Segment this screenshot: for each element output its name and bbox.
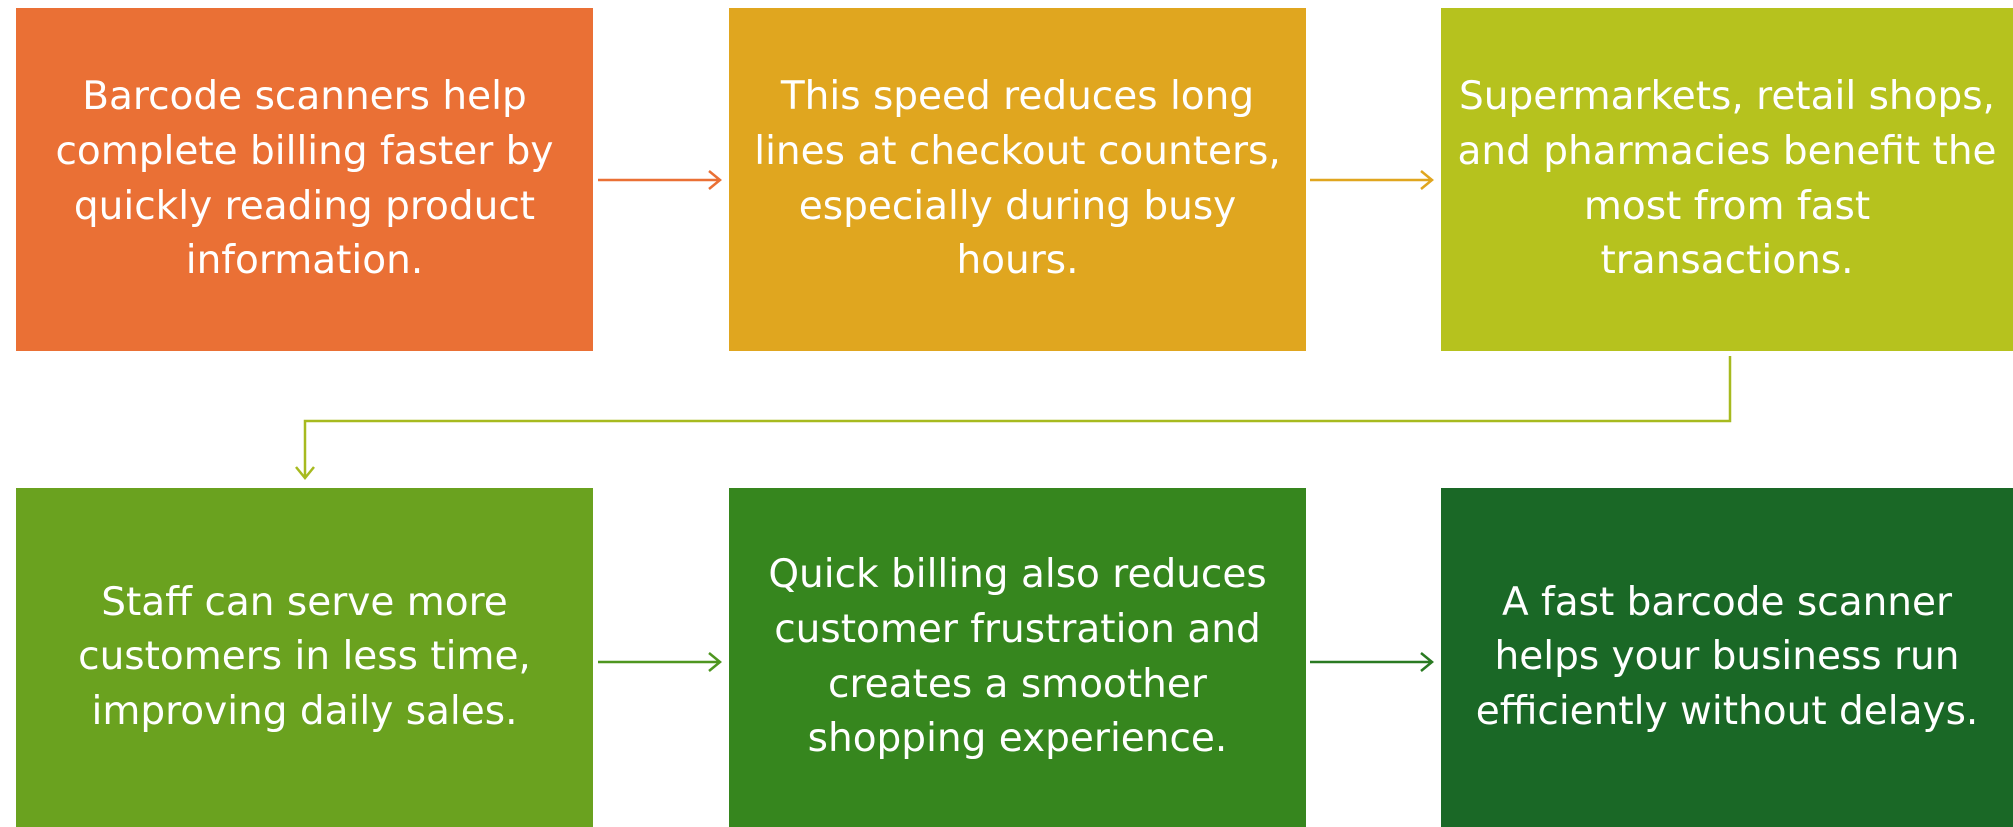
connector-arrow-2-3 — [1310, 170, 1434, 190]
step-box-1: Barcode scanners help complete billing f… — [16, 8, 593, 351]
connector-arrow-3-4 — [295, 356, 1732, 480]
step-text-3: Supermarkets, retail shops, and pharmaci… — [1457, 74, 1997, 284]
step-box-3: Supermarkets, retail shops, and pharmaci… — [1441, 8, 2013, 351]
step-text-5: Quick billing also reduces customer frus… — [768, 552, 1267, 762]
process-flow-diagram: Barcode scanners help complete billing f… — [0, 0, 2013, 827]
step-text-4: Staff can serve more customers in less t… — [78, 579, 531, 734]
step-box-4: Staff can serve more customers in less t… — [16, 488, 593, 827]
step-text-1: Barcode scanners help complete billing f… — [55, 74, 554, 284]
step-box-5: Quick billing also reduces customer frus… — [729, 488, 1306, 827]
step-text-6: A fast barcode scanner helps your busine… — [1475, 579, 1979, 734]
step-text-2: This speed reduces long lines at checkou… — [754, 74, 1281, 284]
connector-arrow-5-6 — [1310, 652, 1434, 672]
step-box-6: A fast barcode scanner helps your busine… — [1441, 488, 2013, 827]
connector-arrow-4-5 — [598, 652, 722, 672]
step-box-2: This speed reduces long lines at checkou… — [729, 8, 1306, 351]
connector-arrow-1-2 — [598, 170, 722, 190]
